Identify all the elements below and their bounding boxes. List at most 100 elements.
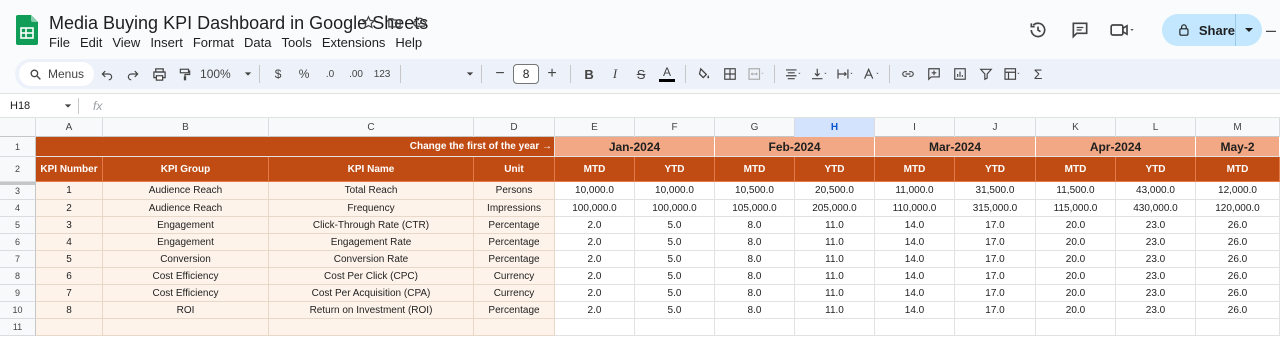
table-cell[interactable]: 10,000.0 (635, 182, 715, 200)
table-cell[interactable]: 5.0 (635, 268, 715, 285)
horizontal-align-icon[interactable] (782, 62, 804, 86)
table-cell[interactable]: 2.0 (555, 234, 635, 251)
table-cell[interactable]: 23.0 (1116, 268, 1196, 285)
empty-cell[interactable] (715, 319, 795, 336)
table-cell[interactable]: 5.0 (635, 251, 715, 268)
name-box[interactable]: H18 (0, 100, 78, 112)
table-cell[interactable]: 8.0 (715, 302, 795, 319)
table-cell[interactable]: 17.0 (955, 302, 1036, 319)
table-cell[interactable]: 2.0 (555, 251, 635, 268)
table-cell[interactable]: 26.0 (1196, 302, 1280, 319)
table-cell[interactable]: 17.0 (955, 285, 1036, 302)
table-cell[interactable]: 11.0 (795, 302, 875, 319)
menu-file[interactable]: File (44, 34, 75, 51)
table-cell[interactable]: 8.0 (715, 268, 795, 285)
table-cell[interactable]: 100,000.0 (555, 200, 635, 217)
table-cell[interactable]: 23.0 (1116, 251, 1196, 268)
font-family-select[interactable] (408, 62, 474, 86)
table-cell[interactable]: 1 (36, 182, 103, 200)
text-color-icon[interactable]: A (656, 62, 678, 86)
table-cell[interactable]: 2.0 (555, 268, 635, 285)
table-cell[interactable]: 23.0 (1116, 285, 1196, 302)
menu-format[interactable]: Format (188, 34, 239, 51)
menu-edit[interactable]: Edit (75, 34, 107, 51)
table-cell[interactable]: 2 (36, 200, 103, 217)
table-cell[interactable]: 105,000.0 (715, 200, 795, 217)
table-cell[interactable]: 14.0 (875, 217, 955, 234)
search-menus-button[interactable]: Menus (19, 62, 95, 86)
increase-decimal-button[interactable]: .00 (345, 62, 367, 86)
column-header-c[interactable]: C (269, 118, 474, 137)
print-icon[interactable] (148, 62, 170, 86)
table-cell[interactable]: Return on Investment (ROI) (269, 302, 474, 319)
menu-help[interactable]: Help (390, 34, 427, 51)
row-header-11[interactable]: 11 (0, 319, 36, 336)
table-cell[interactable]: Impressions (474, 200, 555, 217)
table-cell[interactable]: 23.0 (1116, 302, 1196, 319)
row-header-7[interactable]: 7 (0, 251, 36, 268)
table-cell[interactable]: Percentage (474, 217, 555, 234)
table-cell[interactable]: 12,000.0 (1196, 182, 1280, 200)
fill-color-icon[interactable] (693, 62, 715, 86)
version-history-icon[interactable] (1020, 12, 1056, 48)
column-header-b[interactable]: B (103, 118, 269, 137)
table-cell[interactable]: 31,500.0 (955, 182, 1036, 200)
decrease-font-size-button[interactable]: − (489, 62, 511, 86)
table-cell[interactable]: 5.0 (635, 234, 715, 251)
meet-video-icon[interactable] (1104, 12, 1140, 48)
empty-cell[interactable] (36, 319, 103, 336)
table-cell[interactable]: 3 (36, 217, 103, 234)
row-header-1[interactable]: 1 (0, 137, 36, 157)
table-cell[interactable]: 14.0 (875, 234, 955, 251)
table-cell[interactable]: Engagement Rate (269, 234, 474, 251)
sheets-logo-icon[interactable] (16, 15, 38, 45)
table-cell[interactable]: Cost Per Acquisition (CPA) (269, 285, 474, 302)
format-currency-button[interactable]: $ (267, 62, 289, 86)
empty-cell[interactable] (875, 319, 955, 336)
table-cell[interactable]: 315,000.0 (955, 200, 1036, 217)
table-cell[interactable]: 20.0 (1036, 217, 1116, 234)
column-header-k[interactable]: K (1036, 118, 1116, 137)
share-main-button[interactable]: Share (1162, 14, 1236, 46)
decrease-decimal-button[interactable]: .0 (319, 62, 341, 86)
insert-comment-icon[interactable] (923, 62, 945, 86)
table-cell[interactable]: 26.0 (1196, 251, 1280, 268)
column-header-j[interactable]: J (955, 118, 1036, 137)
row-header-10[interactable]: 10 (0, 302, 36, 319)
table-cell[interactable]: 11.0 (795, 251, 875, 268)
table-cell[interactable]: 26.0 (1196, 268, 1280, 285)
table-cell[interactable]: Percentage (474, 251, 555, 268)
table-cell[interactable]: 2.0 (555, 285, 635, 302)
table-cell[interactable]: Conversion Rate (269, 251, 474, 268)
zoom-select[interactable]: 100% (200, 62, 252, 86)
table-cell[interactable]: 115,000.0 (1036, 200, 1116, 217)
star-icon[interactable] (360, 14, 376, 30)
table-cell[interactable]: Currency (474, 285, 555, 302)
spreadsheet-grid[interactable]: ABCDEFGHIJKLM 1 2 3 4 5 6 7 8 9 10 11 Change the fi… (0, 118, 1280, 344)
table-cell[interactable]: 8.0 (715, 234, 795, 251)
table-cell[interactable]: 2.0 (555, 217, 635, 234)
menu-insert[interactable]: Insert (145, 34, 188, 51)
column-header-e[interactable]: E (555, 118, 635, 137)
table-cell[interactable]: 5 (36, 251, 103, 268)
undo-icon[interactable] (96, 62, 118, 86)
table-cell[interactable]: 20.0 (1036, 302, 1116, 319)
table-cell[interactable]: Engagement (103, 217, 269, 234)
table-cell[interactable]: Percentage (474, 302, 555, 319)
row-header-5[interactable]: 5 (0, 217, 36, 234)
table-cell[interactable]: Click-Through Rate (CTR) (269, 217, 474, 234)
increase-font-size-button[interactable]: + (541, 62, 563, 86)
table-cell[interactable]: 11,000.0 (875, 182, 955, 200)
table-cell[interactable]: Conversion (103, 251, 269, 268)
strikethrough-icon[interactable]: S (630, 62, 652, 86)
move-folder-icon[interactable] (386, 14, 402, 30)
table-cell[interactable]: 14.0 (875, 251, 955, 268)
table-cell[interactable]: 20.0 (1036, 268, 1116, 285)
empty-cell[interactable] (269, 319, 474, 336)
table-cell[interactable]: 14.0 (875, 302, 955, 319)
insert-chart-icon[interactable] (949, 62, 971, 86)
insert-link-icon[interactable] (897, 62, 919, 86)
table-cell[interactable]: 17.0 (955, 268, 1036, 285)
table-cell[interactable]: 11.0 (795, 234, 875, 251)
column-header-a[interactable]: A (36, 118, 103, 137)
